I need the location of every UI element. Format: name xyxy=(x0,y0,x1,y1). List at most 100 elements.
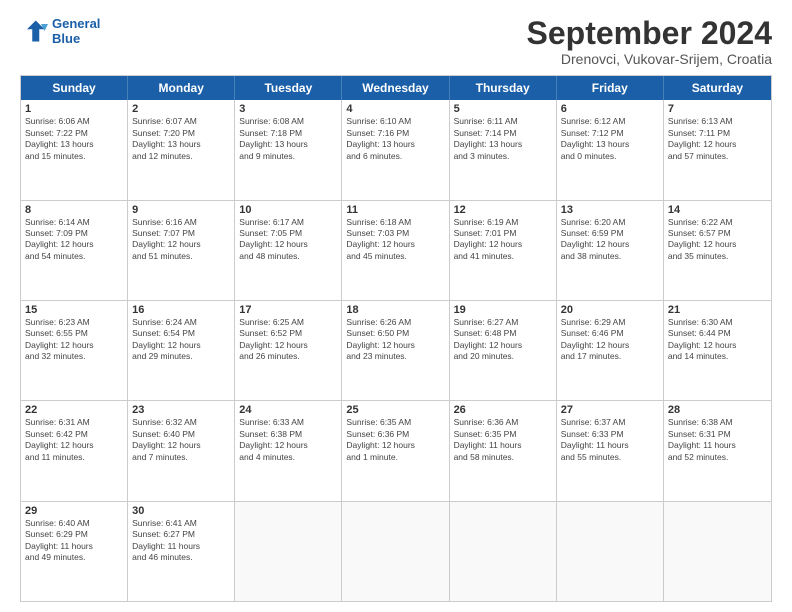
cell-line: Sunrise: 6:19 AM xyxy=(454,217,552,228)
cell-line: Daylight: 11 hours xyxy=(668,440,767,451)
cell-line: Daylight: 12 hours xyxy=(668,139,767,150)
cell-line: Sunset: 7:16 PM xyxy=(346,128,444,139)
day-number: 9 xyxy=(132,204,230,216)
calendar-cell xyxy=(450,502,557,601)
cell-line: and 58 minutes. xyxy=(454,452,552,463)
cell-line: Sunset: 6:46 PM xyxy=(561,328,659,339)
calendar-cell: 22Sunrise: 6:31 AMSunset: 6:42 PMDayligh… xyxy=(21,401,128,500)
cell-line: Sunrise: 6:38 AM xyxy=(668,417,767,428)
cell-line: and 20 minutes. xyxy=(454,351,552,362)
cell-line: Sunrise: 6:17 AM xyxy=(239,217,337,228)
cell-line: Sunset: 7:20 PM xyxy=(132,128,230,139)
cell-line: Daylight: 12 hours xyxy=(25,340,123,351)
cell-line: Sunset: 6:42 PM xyxy=(25,429,123,440)
cell-line: and 7 minutes. xyxy=(132,452,230,463)
cell-line: and 57 minutes. xyxy=(668,151,767,162)
day-number: 22 xyxy=(25,404,123,416)
calendar-cell: 20Sunrise: 6:29 AMSunset: 6:46 PMDayligh… xyxy=(557,301,664,400)
cell-line: Sunset: 7:22 PM xyxy=(25,128,123,139)
cell-line: and 23 minutes. xyxy=(346,351,444,362)
cell-line: Sunrise: 6:23 AM xyxy=(25,317,123,328)
cell-line: Sunrise: 6:08 AM xyxy=(239,116,337,127)
day-header-friday: Friday xyxy=(557,76,664,100)
calendar-cell: 13Sunrise: 6:20 AMSunset: 6:59 PMDayligh… xyxy=(557,201,664,300)
calendar-row-4: 29Sunrise: 6:40 AMSunset: 6:29 PMDayligh… xyxy=(21,502,771,601)
day-number: 7 xyxy=(668,103,767,115)
cell-line: Sunrise: 6:35 AM xyxy=(346,417,444,428)
cell-line: Sunrise: 6:29 AM xyxy=(561,317,659,328)
cell-line: Daylight: 12 hours xyxy=(132,440,230,451)
cell-line: Sunrise: 6:37 AM xyxy=(561,417,659,428)
cell-line: Sunset: 6:29 PM xyxy=(25,529,123,540)
calendar-cell: 29Sunrise: 6:40 AMSunset: 6:29 PMDayligh… xyxy=(21,502,128,601)
day-number: 26 xyxy=(454,404,552,416)
cell-line: and 41 minutes. xyxy=(454,251,552,262)
day-number: 27 xyxy=(561,404,659,416)
cell-line: and 26 minutes. xyxy=(239,351,337,362)
cell-line: Sunrise: 6:40 AM xyxy=(25,518,123,529)
day-number: 16 xyxy=(132,304,230,316)
cell-line: Sunrise: 6:31 AM xyxy=(25,417,123,428)
cell-line: Sunrise: 6:10 AM xyxy=(346,116,444,127)
cell-line: and 3 minutes. xyxy=(454,151,552,162)
cell-line: and 51 minutes. xyxy=(132,251,230,262)
cell-line: Daylight: 12 hours xyxy=(561,239,659,250)
day-number: 3 xyxy=(239,103,337,115)
cell-line: and 35 minutes. xyxy=(668,251,767,262)
cell-line: Sunrise: 6:30 AM xyxy=(668,317,767,328)
cell-line: Sunset: 7:12 PM xyxy=(561,128,659,139)
cell-line: and 38 minutes. xyxy=(561,251,659,262)
calendar-cell: 25Sunrise: 6:35 AMSunset: 6:36 PMDayligh… xyxy=(342,401,449,500)
day-number: 29 xyxy=(25,505,123,517)
cell-line: Sunset: 7:03 PM xyxy=(346,228,444,239)
calendar-cell: 26Sunrise: 6:36 AMSunset: 6:35 PMDayligh… xyxy=(450,401,557,500)
cell-line: Daylight: 12 hours xyxy=(25,239,123,250)
day-number: 30 xyxy=(132,505,230,517)
cell-line: Daylight: 12 hours xyxy=(132,340,230,351)
cell-line: Sunset: 6:40 PM xyxy=(132,429,230,440)
calendar-cell xyxy=(664,502,771,601)
day-header-wednesday: Wednesday xyxy=(342,76,449,100)
day-number: 17 xyxy=(239,304,337,316)
day-number: 12 xyxy=(454,204,552,216)
cell-line: Sunset: 6:31 PM xyxy=(668,429,767,440)
cell-line: Daylight: 12 hours xyxy=(346,340,444,351)
calendar-cell: 17Sunrise: 6:25 AMSunset: 6:52 PMDayligh… xyxy=(235,301,342,400)
logo-text: General Blue xyxy=(52,16,100,46)
cell-line: and 45 minutes. xyxy=(346,251,444,262)
day-header-monday: Monday xyxy=(128,76,235,100)
cell-line: Sunrise: 6:27 AM xyxy=(454,317,552,328)
cell-line: Daylight: 12 hours xyxy=(561,340,659,351)
day-number: 28 xyxy=(668,404,767,416)
calendar-cell: 6Sunrise: 6:12 AMSunset: 7:12 PMDaylight… xyxy=(557,100,664,199)
subtitle: Drenovci, Vukovar-Srijem, Croatia xyxy=(527,51,772,67)
cell-line: Sunset: 6:27 PM xyxy=(132,529,230,540)
calendar-cell: 21Sunrise: 6:30 AMSunset: 6:44 PMDayligh… xyxy=(664,301,771,400)
cell-line: Sunrise: 6:32 AM xyxy=(132,417,230,428)
calendar-cell: 1Sunrise: 6:06 AMSunset: 7:22 PMDaylight… xyxy=(21,100,128,199)
page: General Blue September 2024 Drenovci, Vu… xyxy=(0,0,792,612)
title-block: September 2024 Drenovci, Vukovar-Srijem,… xyxy=(527,16,772,67)
cell-line: Sunset: 7:05 PM xyxy=(239,228,337,239)
calendar-cell: 5Sunrise: 6:11 AMSunset: 7:14 PMDaylight… xyxy=(450,100,557,199)
header: General Blue September 2024 Drenovci, Vu… xyxy=(20,16,772,67)
day-header-sunday: Sunday xyxy=(21,76,128,100)
calendar-cell: 27Sunrise: 6:37 AMSunset: 6:33 PMDayligh… xyxy=(557,401,664,500)
cell-line: and 52 minutes. xyxy=(668,452,767,463)
cell-line: Daylight: 11 hours xyxy=(561,440,659,451)
cell-line: and 17 minutes. xyxy=(561,351,659,362)
cell-line: Sunrise: 6:26 AM xyxy=(346,317,444,328)
cell-line: and 48 minutes. xyxy=(239,251,337,262)
day-number: 13 xyxy=(561,204,659,216)
cell-line: Sunrise: 6:22 AM xyxy=(668,217,767,228)
day-number: 24 xyxy=(239,404,337,416)
cell-line: Sunset: 6:59 PM xyxy=(561,228,659,239)
cell-line: Sunset: 6:48 PM xyxy=(454,328,552,339)
cell-line: Daylight: 11 hours xyxy=(25,541,123,552)
calendar-cell: 28Sunrise: 6:38 AMSunset: 6:31 PMDayligh… xyxy=(664,401,771,500)
day-number: 10 xyxy=(239,204,337,216)
day-header-thursday: Thursday xyxy=(450,76,557,100)
calendar-cell: 16Sunrise: 6:24 AMSunset: 6:54 PMDayligh… xyxy=(128,301,235,400)
cell-line: Sunset: 7:11 PM xyxy=(668,128,767,139)
cell-line: Sunset: 7:09 PM xyxy=(25,228,123,239)
